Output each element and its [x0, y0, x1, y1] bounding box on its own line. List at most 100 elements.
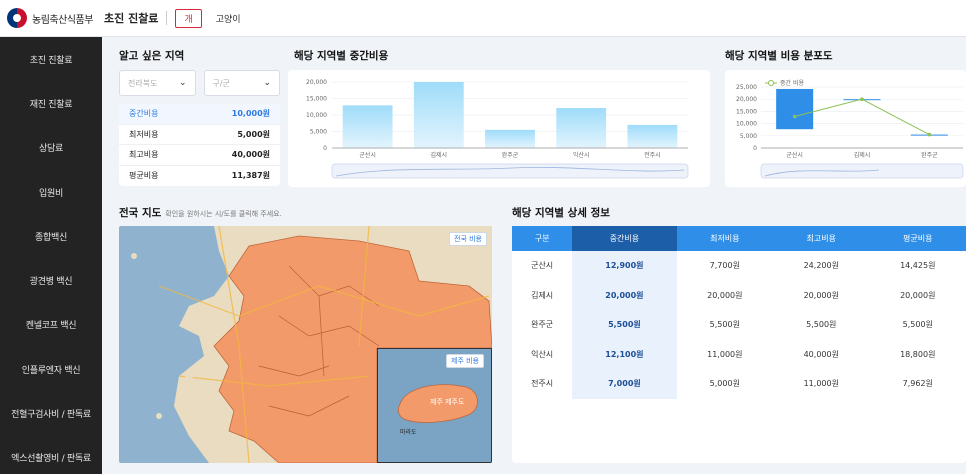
page-title: 초진 진찰료: [104, 12, 159, 25]
x-tick-label: 김제시: [854, 151, 871, 159]
sidebar-item-revisit[interactable]: 재진 진찰료: [0, 81, 102, 125]
summary-row-max: 최고비용 40,000원: [119, 145, 280, 166]
y-tick-label: 10,000: [306, 112, 327, 119]
y-tick-label: 5,000: [310, 129, 327, 136]
y-tick-label: 25,000: [736, 84, 757, 91]
summary-value: 11,387원: [231, 171, 270, 181]
summary-row-avg: 평균비용 11,387원: [119, 166, 280, 187]
bar: [342, 105, 393, 148]
legend-label: 중간 비용: [780, 79, 804, 87]
column-header: 평균비용: [869, 226, 966, 251]
range-bar: [776, 88, 814, 130]
table-cell: 5,000원: [709, 379, 740, 389]
cost-distribution-chart: 0 5,000 10,000 15,000 20,000 25,000 군산시 김제시 완주군 중…: [725, 70, 966, 187]
y-tick-label: 20,000: [736, 96, 757, 103]
sidebar-item-kennel-cough-vaccine[interactable]: 켄넬코프 백신: [0, 303, 102, 347]
table-cell: 20,000원: [707, 290, 743, 300]
sidebar-item-influenza-vaccine[interactable]: 인플루엔자 백신: [0, 347, 102, 391]
province-select[interactable]: 전라북도 ⌄: [119, 70, 196, 96]
x-tick-label: 익산시: [573, 151, 590, 159]
summary-row-min: 최저비용 5,000원: [119, 125, 280, 145]
district-placeholder: 구/군: [212, 78, 230, 88]
pet-tab-cat[interactable]: 고양이: [216, 12, 241, 25]
island: [131, 253, 137, 259]
table-cell: 5,500원: [902, 320, 933, 330]
app-header: 농림축산식품부 초진 진찰료 개 고양이: [0, 0, 966, 37]
y-tick-label: 20,000: [306, 79, 327, 86]
y-tick-label: 15,000: [306, 96, 327, 103]
ministry-logo[interactable]: 농림축산식품부: [0, 8, 102, 28]
table-cell: 12,900원: [572, 251, 677, 281]
y-tick-label: 10,000: [736, 121, 757, 128]
sidebar-item-consult[interactable]: 상담료: [0, 126, 102, 170]
median-point: [860, 97, 864, 101]
distribution-chart-title: 해당 지역별 비용 분포도: [725, 50, 833, 62]
table-row: 전주시 7,000원 5,000원 11,000원 7,962원: [512, 369, 966, 399]
y-tick-label: 0: [753, 145, 757, 152]
chevron-down-icon: ⌄: [178, 78, 187, 88]
taegeuk-icon: [7, 8, 27, 28]
cost-summary: 중간비용 10,000원 최저비용 5,000원 최고비용 40,000원 평균…: [119, 104, 280, 186]
table-row: 완주군 5,500원 5,500원 5,500원 5,500원: [512, 310, 966, 340]
summary-value: 10,000원: [231, 109, 270, 119]
sidebar-item-first-visit[interactable]: 초진 진찰료: [0, 37, 102, 81]
region-selects: 전라북도 ⌄ 구/군 ⌄: [119, 70, 280, 96]
table-cell: 7,962원: [902, 379, 933, 389]
table-cell: 완주군: [531, 320, 554, 330]
sidebar-item-hospitalization[interactable]: 입원비: [0, 170, 102, 214]
chevron-down-icon: ⌄: [263, 78, 271, 88]
sidebar-item-rabies-vaccine[interactable]: 광견병 백신: [0, 258, 102, 302]
region-title: 알고 싶은 지역: [119, 50, 185, 62]
sidebar-item-combo-vaccine[interactable]: 종합백신: [0, 214, 102, 258]
table-cell: 5,500원: [709, 320, 740, 330]
median-point: [927, 132, 932, 137]
district-select[interactable]: 구/군 ⌄: [203, 70, 280, 96]
table-cell: 18,800원: [900, 349, 936, 359]
table-cell: 전주시: [531, 379, 554, 389]
table-row: 군산시 12,900원 7,700원 24,200원 14,425원: [512, 251, 966, 281]
column-header: 구분: [512, 226, 573, 251]
detail-title: 해당 지역별 상세 정보: [512, 207, 610, 219]
median-line: [794, 98, 930, 136]
mara-label: 마라도: [400, 428, 417, 436]
table-cell: 20,000원: [900, 290, 936, 300]
summary-label: 평균비용: [129, 171, 159, 181]
table-cell: 11,000원: [803, 379, 839, 389]
table-cell: 군산시: [531, 261, 554, 271]
detail-table-card: 구분 중간비용 최저비용 최고비용 평균비용 군산시 12,900원 7,700…: [512, 226, 966, 463]
logo-text: 농림축산식품부: [32, 14, 93, 26]
y-tick-label: 15,000: [736, 108, 757, 115]
table-cell: 24,200원: [803, 261, 839, 271]
x-tick-label: 완주군: [502, 151, 519, 159]
bar: [627, 124, 678, 148]
island: [185, 372, 193, 380]
y-tick-label: 0: [323, 145, 327, 152]
summary-row-median: 중간비용 10,000원: [119, 104, 280, 125]
korea-map[interactable]: 전국 비용 제주 제주도 마라도 제주 비용: [119, 226, 492, 463]
province-value: 전라북도: [128, 78, 158, 88]
pet-tab-dog[interactable]: 개: [175, 8, 202, 28]
table-cell: 5,500원: [806, 320, 837, 330]
summary-label: 최저비용: [129, 129, 159, 139]
table-cell: 5,500원: [572, 310, 677, 340]
jeju-label: 제주 제주도: [430, 398, 465, 406]
median-chart-title: 해당 지역별 중간비용: [294, 50, 389, 62]
jeju-cost-button[interactable]: 제주 비용: [446, 354, 484, 368]
zoom-slider: [331, 163, 689, 179]
table-header-row: 구분 중간비용 최저비용 최고비용 평균비용: [512, 226, 966, 251]
table-cell: 7,000원: [572, 369, 677, 399]
summary-value: 5,000원: [237, 129, 270, 139]
sidebar-item-cbc[interactable]: 전혈구검사비 / 판독료: [0, 391, 102, 435]
y-tick-label: 5,000: [740, 133, 757, 140]
header-divider: [166, 11, 168, 25]
column-header: 최저비용: [676, 226, 774, 251]
table-cell: 20,000원: [572, 280, 677, 310]
table-cell: 11,000원: [707, 349, 743, 359]
x-tick-label: 군산시: [786, 151, 803, 159]
table-row: 익산시 12,100원 11,000원 40,000원 18,800원: [512, 339, 966, 369]
nation-cost-button[interactable]: 전국 비용: [449, 232, 487, 246]
sidebar-item-xray[interactable]: 엑스선촬영비 / 판독료: [0, 436, 102, 474]
jeju-inset-map[interactable]: 제주 제주도 마라도 제주 비용: [377, 348, 492, 463]
x-tick-label: 전주시: [644, 151, 661, 159]
median-point: [792, 114, 797, 119]
